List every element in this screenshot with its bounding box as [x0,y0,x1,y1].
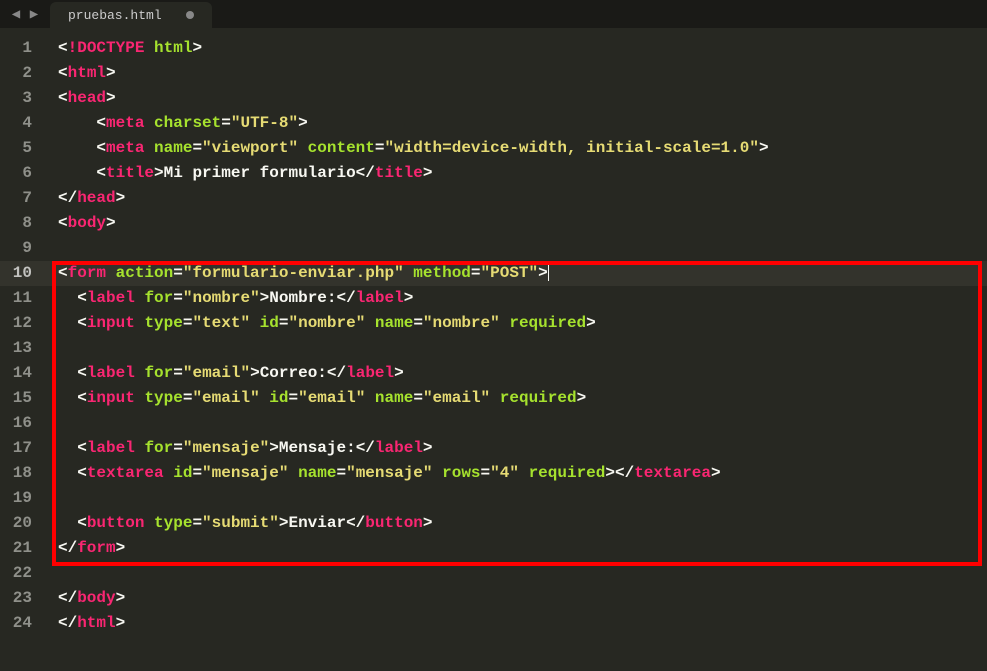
code-line: <!DOCTYPE html> [46,36,987,61]
line-number: 9 [0,236,46,261]
tab-dirty-icon [186,11,194,19]
line-number: 10 [0,261,46,286]
tab-pruebas[interactable]: pruebas.html [50,2,212,28]
code-line: </form> [46,536,987,561]
nav-forward-icon[interactable]: ▶ [26,6,42,22]
line-number: 1 [0,36,46,61]
code-line: <meta charset="UTF-8"> [46,111,987,136]
text-cursor [548,262,549,281]
tab-bar: ◀ ▶ pruebas.html [0,0,987,28]
line-number: 2 [0,61,46,86]
code-line [46,486,987,511]
code-line: <input type="text" id="nombre" name="nom… [46,311,987,336]
line-number: 23 [0,586,46,611]
line-number: 20 [0,511,46,536]
editor: 1 2 3 4 5 6 7 8 9 10 11 12 13 14 15 16 1… [0,28,987,671]
code-line: <body> [46,211,987,236]
code-line: <label for="email">Correo:</label> [46,361,987,386]
line-number: 3 [0,86,46,111]
code-line [46,236,987,261]
line-number: 22 [0,561,46,586]
code-line [46,411,987,436]
nav-back-icon[interactable]: ◀ [8,6,24,22]
line-number: 7 [0,186,46,211]
line-number: 13 [0,336,46,361]
line-number: 4 [0,111,46,136]
code-line: <input type="email" id="email" name="ema… [46,386,987,411]
code-line: <label for="mensaje">Mensaje:</label> [46,436,987,461]
code-line [46,336,987,361]
line-number: 8 [0,211,46,236]
line-number: 17 [0,436,46,461]
code-line: <button type="submit">Enviar</button> [46,511,987,536]
code-line: <textarea id="mensaje" name="mensaje" ro… [46,461,987,486]
code-line: <label for="nombre">Nombre:</label> [46,286,987,311]
code-line: </body> [46,586,987,611]
tab-filename: pruebas.html [68,8,162,23]
line-number: 14 [0,361,46,386]
line-number: 15 [0,386,46,411]
line-number: 11 [0,286,46,311]
line-number: 21 [0,536,46,561]
code-line: <head> [46,86,987,111]
line-number: 18 [0,461,46,486]
line-number: 5 [0,136,46,161]
code-line [46,561,987,586]
code-line: <meta name="viewport" content="width=dev… [46,136,987,161]
code-line: <title>Mi primer formulario</title> [46,161,987,186]
line-number-gutter[interactable]: 1 2 3 4 5 6 7 8 9 10 11 12 13 14 15 16 1… [0,28,46,671]
code-line: </head> [46,186,987,211]
code-line: <html> [46,61,987,86]
line-number: 6 [0,161,46,186]
code-line: </html> [46,611,987,636]
code-area[interactable]: <!DOCTYPE html> <html> <head> <meta char… [46,28,987,671]
code-line: <form action="formulario-enviar.php" met… [46,261,987,286]
line-number: 24 [0,611,46,636]
line-number: 16 [0,411,46,436]
line-number: 12 [0,311,46,336]
line-number: 19 [0,486,46,511]
